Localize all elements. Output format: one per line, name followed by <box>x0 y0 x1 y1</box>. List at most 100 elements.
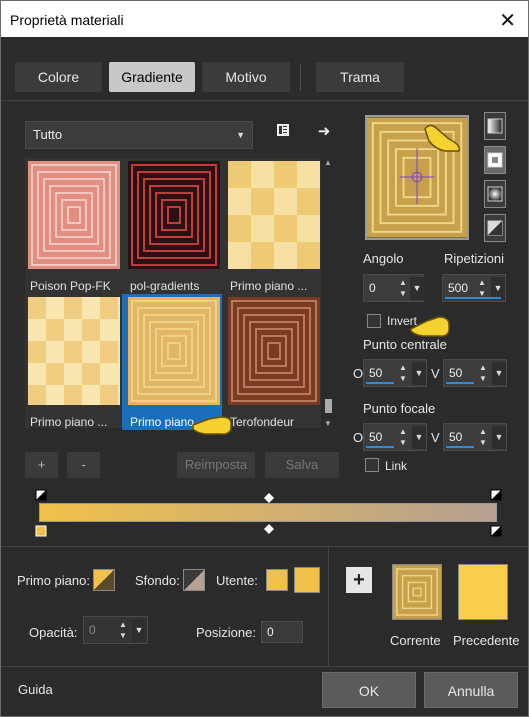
repeat-spinner[interactable]: 500 ▲ ▼ ▼ <box>442 274 506 302</box>
scroll-up-icon[interactable]: ▲ <box>324 158 332 167</box>
tab-colore[interactable]: Colore <box>15 62 102 92</box>
rectangular-gradient-button[interactable] <box>484 146 506 174</box>
center-point-label: Punto centrale <box>363 337 447 352</box>
bg-label: Sfondo: <box>135 573 180 588</box>
gallery-item[interactable]: Primo piano ... <box>225 158 320 294</box>
gradient-thumbnail <box>228 297 320 405</box>
reset-button[interactable]: Reimposta <box>177 452 255 478</box>
gallery-item[interactable]: Poison Pop-FK <box>25 158 120 294</box>
tab-motivo[interactable]: Motivo <box>202 62 290 92</box>
tab-gradiente[interactable]: Gradiente <box>109 62 195 92</box>
sunburst-gradient-button[interactable] <box>484 214 506 242</box>
tab-separator <box>300 64 301 91</box>
gallery-item[interactable]: pol-gradients <box>125 158 220 294</box>
center-h-value: 50 <box>369 366 383 380</box>
linear-gradient-icon <box>487 118 503 134</box>
gallery-item[interactable]: Primo piano ... <box>25 294 120 430</box>
gradient-top-stop-left[interactable] <box>35 489 47 501</box>
link-label: Link <box>385 459 408 473</box>
center-v-spinner[interactable]: 50 ▲ ▼ ▼ <box>443 359 507 387</box>
repeat-value: 500 <box>448 281 469 295</box>
scroll-down-icon[interactable]: ▼ <box>324 419 332 428</box>
ok-button[interactable]: OK <box>322 672 416 708</box>
pointing-hand-icon <box>424 124 461 152</box>
center-h-spinner[interactable]: 50 ▲ ▼ ▼ <box>363 359 427 387</box>
invert-checkbox[interactable] <box>367 314 381 328</box>
current-material-swatch[interactable] <box>392 564 442 620</box>
gradient-thumbnail <box>28 297 120 405</box>
stepper-arrows-icon[interactable]: ▲ ▼ <box>117 619 129 641</box>
radial-gradient-icon <box>487 186 503 202</box>
fg-swatch[interactable] <box>93 569 115 591</box>
stepper-arrows-icon[interactable]: ▲ ▼ <box>397 362 409 384</box>
add-swatch-button[interactable]: + <box>346 567 372 593</box>
gradient-editor-bar[interactable] <box>39 503 497 522</box>
chevron-down-icon[interactable]: ▼ <box>492 426 506 449</box>
gallery-item-label: Primo piano ... <box>230 279 308 293</box>
position-input[interactable]: 0 <box>261 621 303 643</box>
save-button[interactable]: Salva <box>265 452 339 478</box>
gallery-item[interactable]: Terofondeur <box>225 294 320 430</box>
repeat-label: Ripetizioni <box>444 251 504 266</box>
focal-h-spinner[interactable]: 50 ▲ ▼ ▼ <box>363 423 427 451</box>
gradient-bottom-stop-right[interactable] <box>490 525 502 537</box>
gallery-scrollbar[interactable]: ▲ ▼ <box>322 158 334 428</box>
arrow-right-icon[interactable]: ➜ <box>313 121 335 143</box>
opacity-value: 0 <box>89 623 96 637</box>
window-title: Proprietà materiali <box>10 12 124 28</box>
opacity-label: Opacità: <box>29 625 78 640</box>
pointing-hand-icon <box>192 416 232 435</box>
gallery-item-label: Primo piano ... <box>30 415 108 429</box>
chevron-down-icon[interactable]: ▼ <box>132 619 146 642</box>
gallery-item-label: Terofondeur <box>230 415 295 429</box>
opacity-spinner[interactable]: 0 ▲ ▼ ▼ <box>83 616 148 644</box>
fg-label: Primo piano: <box>17 573 90 588</box>
add-button[interactable]: + <box>25 452 58 478</box>
focal-v-spinner[interactable]: 50 ▲ ▼ ▼ <box>443 423 507 451</box>
chevron-down-icon[interactable]: ▼ <box>410 277 424 300</box>
center-h-slider-fill <box>366 382 394 384</box>
chevron-down-icon[interactable]: ▼ <box>412 426 426 449</box>
center-v-prefix: V <box>431 366 440 381</box>
gradient-bottom-stop-left[interactable] <box>35 525 47 537</box>
bg-swatch[interactable] <box>183 569 205 591</box>
current-label: Corrente <box>390 633 441 648</box>
focal-v-prefix: V <box>431 430 440 445</box>
pointing-hand-icon <box>410 316 450 337</box>
gradient-top-stop-right[interactable] <box>490 489 502 501</box>
stepper-arrows-icon[interactable]: ▲ ▼ <box>477 362 489 384</box>
cancel-button[interactable]: Annulla <box>424 672 518 708</box>
angle-value: 0 <box>369 281 376 295</box>
user-swatch-small[interactable] <box>266 569 288 591</box>
previous-material-swatch[interactable] <box>458 564 508 620</box>
material-properties-window: Proprietà materiali ✕ Colore Gradiente M… <box>0 0 529 717</box>
previous-label: Precedente <box>453 633 520 648</box>
help-link[interactable]: Guida <box>18 682 53 697</box>
center-v-slider-fill <box>446 382 474 384</box>
tab-trama[interactable]: Trama <box>316 62 404 92</box>
divider <box>1 546 528 547</box>
focal-h-prefix: O <box>353 430 364 445</box>
gallery-item-label: Poison Pop-FK <box>30 279 111 293</box>
remove-button[interactable]: - <box>67 452 100 478</box>
category-value: Tutto <box>33 127 63 142</box>
user-label: Utente: <box>216 573 258 588</box>
link-checkbox[interactable] <box>365 458 379 472</box>
stepper-arrows-icon[interactable]: ▲ ▼ <box>397 426 409 448</box>
stepper-arrows-icon[interactable]: ▲ ▼ <box>397 277 409 299</box>
radial-gradient-button[interactable] <box>484 180 506 208</box>
user-swatch-large[interactable] <box>294 567 320 593</box>
gradient-midpoint-bottom[interactable] <box>263 523 275 535</box>
gradient-thumbnail <box>228 161 320 269</box>
library-icon[interactable] <box>272 122 294 144</box>
close-icon[interactable]: ✕ <box>499 8 516 33</box>
chevron-down-icon[interactable]: ▼ <box>412 362 426 385</box>
category-dropdown[interactable]: Tutto ▼ <box>25 121 253 149</box>
scrollbar-thumb[interactable] <box>325 399 332 413</box>
title-bar: Proprietà materiali ✕ <box>1 1 528 37</box>
angle-spinner[interactable]: 0 ▲ ▼ ▼ <box>363 274 424 302</box>
chevron-down-icon[interactable]: ▼ <box>492 362 506 385</box>
linear-gradient-button[interactable] <box>484 112 506 140</box>
stepper-arrows-icon[interactable]: ▲ ▼ <box>477 426 489 448</box>
stepper-arrows-icon[interactable]: ▲ ▼ <box>476 277 488 299</box>
